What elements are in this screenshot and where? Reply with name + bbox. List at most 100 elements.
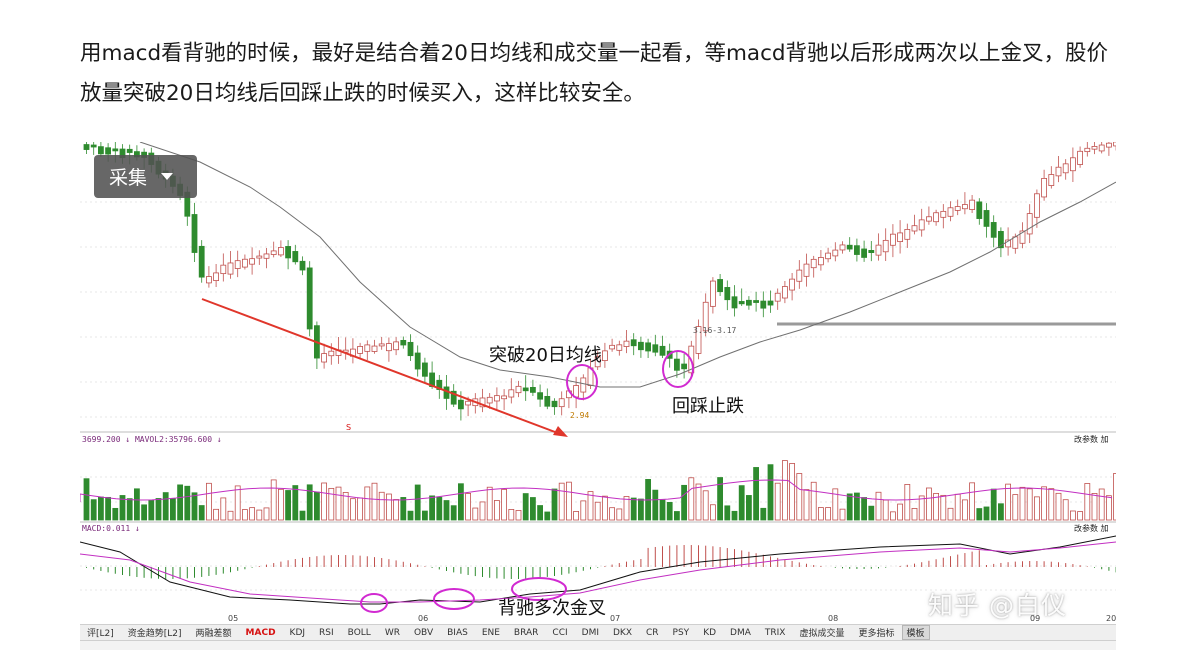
tab-bias[interactable]: BIAS bbox=[440, 628, 475, 638]
volume-bar bbox=[565, 481, 572, 521]
candle-body bbox=[1055, 166, 1062, 177]
candle-body bbox=[407, 341, 414, 357]
tab-ene[interactable]: ENE bbox=[475, 628, 507, 638]
candle-body bbox=[191, 214, 198, 253]
volume-bar bbox=[429, 495, 436, 521]
candle-body bbox=[645, 342, 651, 352]
volume-bar bbox=[1098, 488, 1105, 521]
volume-bar bbox=[213, 508, 220, 521]
candlesticks bbox=[83, 142, 1116, 421]
tab-wr[interactable]: WR bbox=[378, 628, 407, 638]
volume-bar bbox=[839, 508, 846, 521]
collect-button-label: 采集 bbox=[109, 167, 148, 189]
volume-bar bbox=[385, 493, 392, 521]
volume-bar bbox=[141, 504, 147, 521]
pullback-label: 回踩止跌 bbox=[672, 396, 744, 417]
volume-bar bbox=[393, 499, 400, 521]
volume-bar bbox=[767, 464, 774, 521]
collect-button[interactable]: 采集 bbox=[94, 155, 197, 198]
range-label: 3.16-3.17 bbox=[693, 326, 737, 335]
tab-boll[interactable]: BOLL bbox=[341, 628, 378, 638]
time-label: 08 bbox=[828, 614, 838, 623]
volume-bar bbox=[191, 492, 198, 521]
tab-brar[interactable]: BRAR bbox=[507, 628, 545, 638]
volume-bar bbox=[134, 488, 140, 521]
volume-bar bbox=[457, 483, 464, 521]
macd-header: MACD:0.011 ↓ bbox=[82, 524, 140, 533]
volume-bar bbox=[983, 506, 990, 521]
tab-rsi[interactable]: RSI bbox=[312, 628, 341, 638]
s-marker: S bbox=[346, 423, 351, 432]
candle-body bbox=[738, 301, 745, 305]
candle-body bbox=[263, 253, 270, 259]
price-grid bbox=[80, 201, 1116, 591]
tab-trix[interactable]: TRIX bbox=[758, 628, 793, 638]
tab-dma[interactable]: DMA bbox=[723, 628, 758, 638]
volume-bar bbox=[710, 504, 716, 521]
candle-body bbox=[126, 148, 133, 153]
kline-chart-svg: 突破20日均线 回踩止跌 背驰多次金叉 2.94 3.16-3.17 S 369… bbox=[80, 142, 1116, 623]
candle-body bbox=[990, 222, 997, 238]
volume-bar bbox=[357, 497, 364, 521]
candle-body bbox=[875, 244, 882, 256]
candle-body bbox=[198, 245, 205, 278]
volume-bar bbox=[335, 486, 342, 521]
volume-bar bbox=[638, 498, 644, 521]
candle-body bbox=[854, 245, 860, 255]
tab-kdj[interactable]: KDJ bbox=[283, 628, 313, 638]
volume-bar bbox=[407, 510, 414, 521]
tab-macd[interactable]: MACD bbox=[239, 628, 283, 638]
volume-bar bbox=[1084, 483, 1091, 521]
tab-obv[interactable]: OBV bbox=[407, 628, 440, 638]
candle-body bbox=[378, 343, 385, 347]
tab-margin[interactable]: 两融差额 bbox=[189, 626, 239, 639]
tab-fund-trend[interactable]: 资金趋势[L2] bbox=[121, 626, 189, 639]
volume-bar bbox=[1091, 493, 1098, 521]
volume-bar bbox=[1062, 499, 1069, 521]
volume-bar bbox=[249, 507, 256, 521]
candle-body bbox=[652, 344, 659, 353]
tab-psy[interactable]: PSY bbox=[666, 628, 697, 638]
candle-body bbox=[882, 239, 889, 253]
time-label: 07 bbox=[610, 614, 620, 623]
tab-cr[interactable]: CR bbox=[639, 628, 666, 638]
candle-body bbox=[962, 204, 968, 210]
volume-bar bbox=[486, 486, 493, 521]
candle-body bbox=[767, 300, 774, 306]
volume-bar bbox=[537, 505, 544, 521]
candle-body bbox=[580, 377, 587, 393]
volume-bar bbox=[674, 511, 680, 521]
volume-bar bbox=[97, 496, 104, 521]
volume-bar bbox=[1012, 494, 1019, 521]
candle-body bbox=[1026, 213, 1033, 235]
volume-bar bbox=[472, 507, 479, 521]
volume-bar bbox=[328, 487, 335, 521]
volume-bar bbox=[184, 485, 191, 521]
volume-bar bbox=[285, 490, 292, 521]
candle-body bbox=[292, 251, 299, 263]
candle-body bbox=[911, 225, 918, 232]
volume-bar bbox=[515, 510, 522, 521]
volume-bar bbox=[551, 488, 558, 521]
volume-bar bbox=[400, 497, 407, 521]
tab-more-indicators[interactable]: 更多指标 bbox=[851, 626, 901, 639]
volume-bar bbox=[580, 500, 587, 521]
volume-bar bbox=[1019, 486, 1026, 521]
tab-virtual-volume[interactable]: 虚拟成交量 bbox=[792, 626, 851, 639]
volume-bar bbox=[436, 496, 443, 521]
tab-dmi[interactable]: DMI bbox=[575, 628, 606, 638]
candle-body bbox=[241, 258, 248, 268]
time-label: 05 bbox=[228, 614, 238, 623]
tab-kd[interactable]: KD bbox=[696, 628, 723, 638]
tab-template[interactable]: 模板 bbox=[901, 625, 930, 640]
tab-l2[interactable]: 评[L2] bbox=[80, 626, 121, 639]
volume-bar bbox=[1048, 488, 1055, 521]
candle-body bbox=[249, 258, 256, 265]
candle-body bbox=[839, 244, 846, 251]
tab-dkx[interactable]: DKX bbox=[606, 628, 639, 638]
tab-cci[interactable]: CCI bbox=[545, 628, 574, 638]
candle-body bbox=[529, 387, 536, 393]
volume-bar bbox=[1005, 483, 1011, 521]
candle-body bbox=[940, 210, 947, 218]
candle-body bbox=[364, 344, 371, 352]
